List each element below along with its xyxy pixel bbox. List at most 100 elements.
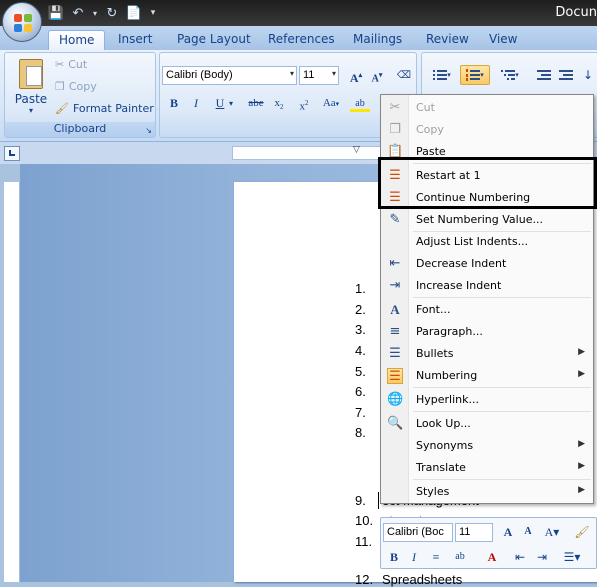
mini-font-name-combo[interactable]: Calibri (Boc	[383, 523, 453, 542]
list-number: 9.	[355, 493, 366, 508]
menu-item-hyperlink[interactable]: 🌐 Hyperlink...	[382, 389, 593, 411]
menu-item-translate[interactable]: Translate ▶	[382, 457, 593, 479]
copy-icon: ❐	[389, 122, 401, 137]
menu-item-font[interactable]: A Font...	[382, 299, 593, 321]
menu-item-bullets[interactable]: ☰ Bullets ▶	[382, 343, 593, 365]
grow-font-icon[interactable]: A	[499, 523, 517, 541]
submenu-arrow-icon: ▶	[578, 369, 585, 379]
dialog-launcher-icon[interactable]: ↘	[145, 126, 152, 135]
menu-item-label: Look Up...	[416, 417, 471, 430]
center-align-icon[interactable]: ≡	[427, 548, 445, 566]
multilevel-list-icon	[501, 69, 516, 81]
menu-item-look-up[interactable]: 🔍 Look Up...	[382, 413, 593, 435]
subscript-icon[interactable]: x2	[269, 94, 289, 113]
vertical-ruler[interactable]	[4, 164, 20, 582]
horizontal-ruler[interactable]: ▽	[232, 145, 392, 160]
italic-icon[interactable]: I	[405, 548, 423, 566]
bullets-button[interactable]: ▾	[426, 65, 458, 85]
context-menu: ✂ Cut ❐ Copy 📋 Paste ☰ Restart at 1 ☰ Co…	[380, 94, 594, 504]
increase-indent-icon[interactable]: ⇥	[533, 548, 551, 566]
format-painter-button[interactable]: 🖌 Format Painter	[55, 102, 154, 115]
scissors-icon: ✂	[55, 58, 65, 71]
copy-button[interactable]: ❐ Copy	[55, 80, 97, 93]
numbering-icon	[466, 69, 481, 81]
customize-qat-icon[interactable]: ▾	[146, 4, 160, 22]
menu-item-label: Numbering	[416, 369, 478, 382]
menu-item-increase-indent[interactable]: ⇥ Increase Indent	[382, 275, 593, 297]
tab-selector-button[interactable]	[4, 146, 20, 161]
copy-icon: ❐	[55, 80, 65, 93]
tab-home[interactable]: Home	[48, 30, 106, 50]
multilevel-list-button[interactable]: ▾	[494, 65, 526, 85]
mini-font-size-combo[interactable]: 11	[455, 523, 493, 542]
menu-item-set-numbering-value[interactable]: ✎ Set Numbering Value...	[382, 209, 593, 231]
menu-item-decrease-indent[interactable]: ⇤ Decrease Indent	[382, 253, 593, 275]
menu-item-label: Adjust List Indents...	[416, 235, 529, 248]
document-icon[interactable]: 📄	[124, 4, 144, 22]
menu-item-synonyms[interactable]: Synonyms ▶	[382, 435, 593, 457]
paste-button[interactable]: Paste ▾	[11, 57, 51, 121]
format-painter-icon[interactable]: 🖌	[573, 523, 591, 541]
menu-item-paragraph[interactable]: ≡ Paragraph...	[382, 321, 593, 343]
save-icon[interactable]: 💾	[46, 4, 66, 22]
grow-font-icon[interactable]: A▴	[346, 66, 366, 85]
menu-item-copy[interactable]: ❐ Copy	[382, 119, 593, 141]
font-size-combo[interactable]: 11 ▾	[299, 66, 339, 85]
list-number: 6.	[355, 384, 366, 399]
clipboard-group-label: Clipboard	[5, 122, 155, 137]
menu-separator	[413, 411, 591, 412]
superscript-icon[interactable]: x2	[294, 94, 314, 113]
menu-item-label: Bullets	[416, 347, 454, 360]
menu-item-cut[interactable]: ✂ Cut	[382, 97, 593, 119]
bold-icon[interactable]: B	[385, 548, 403, 566]
tab-view[interactable]: View	[479, 30, 527, 50]
menu-item-styles[interactable]: Styles ▶	[382, 481, 593, 503]
font-color-icon[interactable]: A	[483, 548, 501, 566]
list-number: 4.	[355, 343, 366, 358]
shrink-font-icon[interactable]: A	[519, 523, 537, 541]
bullets-icon[interactable]: ☰▾	[557, 548, 587, 566]
shrink-font-icon[interactable]: A▾	[367, 66, 387, 85]
increase-indent-icon[interactable]	[556, 65, 576, 85]
scissors-icon: ✂	[389, 100, 401, 115]
tab-review[interactable]: Review	[416, 30, 479, 50]
undo-icon[interactable]: ↶	[68, 4, 88, 22]
bullets-icon: ☰	[389, 346, 401, 361]
repeat-icon[interactable]: ↻	[102, 4, 122, 22]
tab-mailings[interactable]: Mailings	[343, 30, 412, 50]
menu-item-label: Font...	[416, 303, 451, 316]
office-button[interactable]	[2, 2, 42, 42]
undo-dropdown-icon[interactable]: ▾	[90, 4, 100, 22]
tab-insert[interactable]: Insert	[108, 30, 162, 50]
bold-icon[interactable]: B	[164, 94, 184, 113]
font-size-value: 11	[303, 69, 315, 81]
numbering-button[interactable]: ▾	[460, 65, 490, 85]
increase-indent-icon: ⇥	[389, 278, 401, 293]
strikethrough-icon[interactable]: abe	[246, 94, 266, 113]
clear-formatting-icon[interactable]: ⌫	[394, 66, 414, 85]
menu-separator	[413, 387, 591, 388]
highlight-icon[interactable]: ab	[350, 94, 370, 113]
chevron-down-icon: ▾	[28, 106, 33, 115]
highlight-icon[interactable]: ab	[451, 548, 469, 566]
cut-button[interactable]: ✂ Cut	[55, 58, 87, 71]
decrease-indent-icon[interactable]	[534, 65, 554, 85]
paste-label: Paste	[14, 92, 48, 106]
menu-item-numbering[interactable]: ☰ Numbering ▶	[382, 365, 593, 387]
tab-references[interactable]: References	[258, 30, 345, 50]
styles-icon[interactable]: A▾	[541, 523, 563, 541]
list-number: 8.	[355, 425, 366, 440]
chevron-down-icon[interactable]: ▾	[226, 94, 236, 113]
sort-icon[interactable]: ↓	[578, 65, 597, 85]
menu-item-adjust-list-indents[interactable]: Adjust List Indents...	[382, 231, 593, 253]
ribbon-tabs: Home Insert Page Layout References Maili…	[0, 26, 597, 50]
font-name-combo[interactable]: Calibri (Body) ▾	[162, 66, 297, 85]
italic-icon[interactable]: I	[186, 94, 206, 113]
tab-page-layout[interactable]: Page Layout	[167, 30, 261, 50]
decrease-indent-icon[interactable]: ⇤	[511, 548, 529, 566]
office-logo-icon	[14, 14, 32, 32]
numbering-icon: ☰	[387, 368, 403, 384]
menu-item-label: Styles	[416, 485, 450, 498]
change-case-icon[interactable]: Aa▾	[318, 94, 344, 113]
indent-marker-icon[interactable]: ▽	[353, 145, 360, 155]
